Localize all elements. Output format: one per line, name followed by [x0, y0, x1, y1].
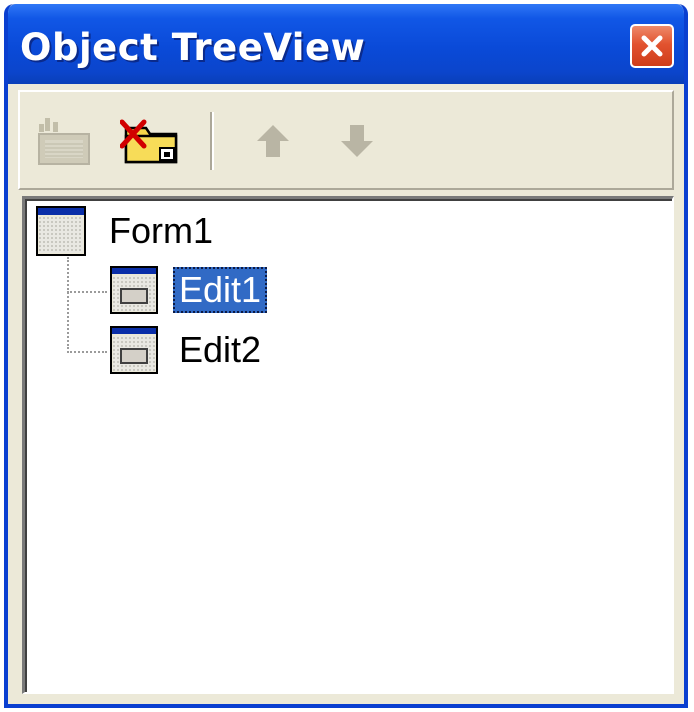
tree-node-edit1[interactable]: Edit1	[109, 265, 268, 315]
object-tree[interactable]: Form1 Edit1 Edit2	[22, 196, 674, 694]
title-bar[interactable]: Object TreeView	[8, 4, 684, 84]
tree-node-form1[interactable]: Form1	[35, 205, 219, 257]
object-treeview-window: Object TreeView Form1 Edit1 Edit2	[4, 4, 688, 708]
tree-connector	[67, 257, 69, 349]
move-up-button[interactable]	[242, 112, 304, 170]
close-button[interactable]	[630, 24, 674, 68]
edit-control-icon	[110, 326, 158, 374]
move-down-button[interactable]	[326, 112, 388, 170]
toolbar-separator	[210, 112, 214, 170]
close-icon	[641, 35, 663, 57]
add-object-button[interactable]	[34, 112, 96, 170]
tree-node-edit2[interactable]: Edit2	[109, 325, 267, 375]
form-icon	[36, 206, 86, 256]
tree-node-label: Edit1	[173, 267, 268, 313]
tree-node-label: Form1	[109, 210, 214, 251]
delete-object-icon	[120, 119, 178, 164]
toolbar	[18, 90, 674, 190]
tree-connector	[67, 291, 107, 293]
tree-node-label: Edit2	[179, 329, 262, 370]
delete-object-button[interactable]	[120, 112, 182, 170]
add-object-icon	[38, 118, 90, 165]
tree-connector	[67, 351, 107, 353]
move-down-icon	[341, 125, 373, 157]
move-up-icon	[257, 125, 289, 157]
window-title: Object TreeView	[20, 26, 366, 69]
edit-control-icon	[110, 266, 158, 314]
